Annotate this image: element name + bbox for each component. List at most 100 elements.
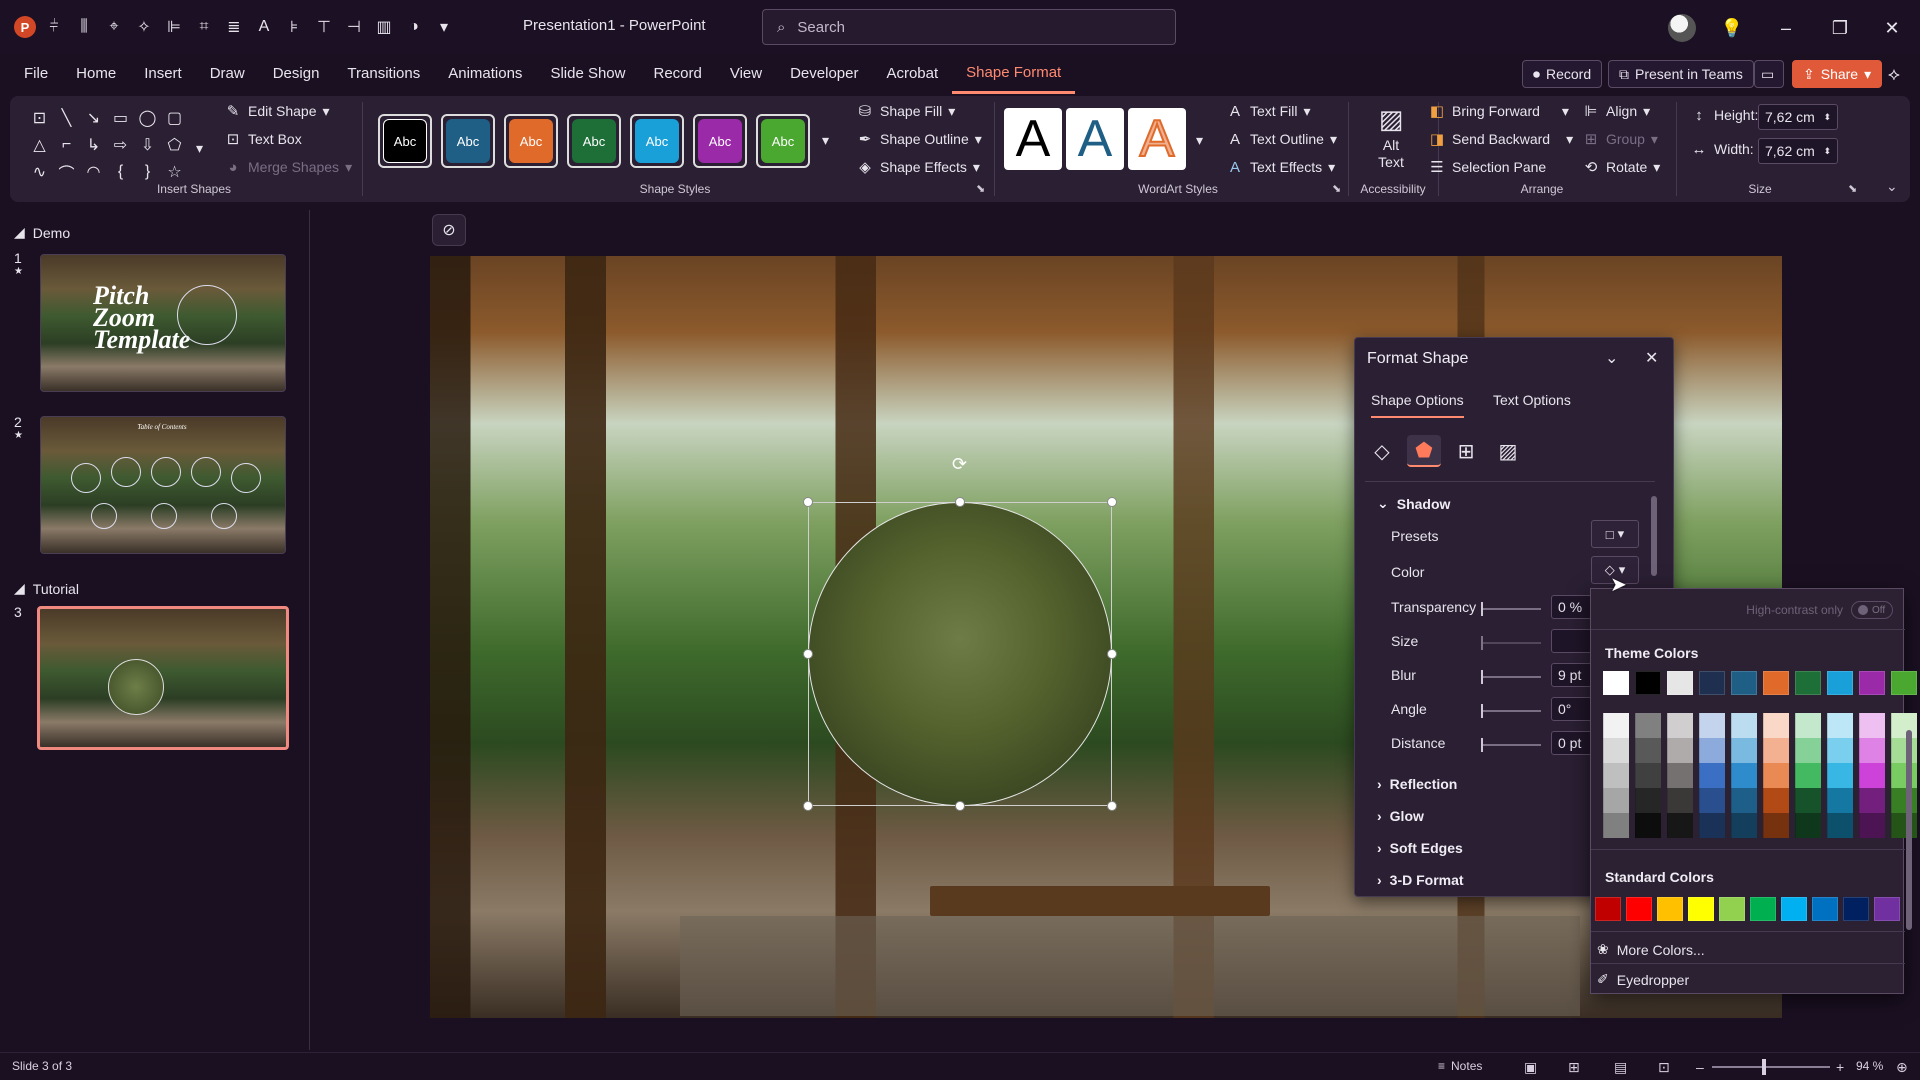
resize-handle-bottom-left[interactable] (803, 801, 813, 811)
tab-animations[interactable]: Animations (434, 54, 536, 94)
tint-color-swatch[interactable] (1763, 738, 1789, 763)
tint-color-swatch[interactable] (1859, 788, 1885, 813)
more-colors-item[interactable]: ❀ More Colors... (1597, 941, 1705, 958)
close-icon[interactable]: ✕ (1878, 14, 1906, 42)
text-outline-button[interactable]: A Text Outline ▾ (1226, 130, 1337, 148)
scrollbar-thumb[interactable] (1906, 730, 1912, 930)
standard-color-swatch[interactable] (1781, 897, 1807, 921)
comments-button[interactable]: ▭ (1754, 60, 1784, 88)
group-button[interactable]: ⊞ Group ▾ (1582, 130, 1658, 149)
tint-color-swatch[interactable] (1731, 813, 1757, 838)
text-box-shape-icon[interactable]: ⊡ (26, 104, 53, 131)
slideshow-view-icon[interactable]: ⊡ (1658, 1059, 1670, 1076)
align-shapes-icon[interactable]: ⫩ (42, 15, 66, 39)
tint-color-swatch[interactable] (1667, 763, 1693, 788)
tint-color-swatch[interactable] (1731, 713, 1757, 738)
lightbulb-icon[interactable]: 💡 (1718, 14, 1746, 42)
tint-color-swatch[interactable] (1635, 713, 1661, 738)
search-box[interactable]: ⌕ (762, 9, 1176, 45)
tint-color-swatch[interactable] (1859, 738, 1885, 763)
resize-handle-top-left[interactable] (803, 497, 813, 507)
blur-slider[interactable] (1481, 670, 1541, 684)
section-tutorial[interactable]: ◢ Tutorial (14, 580, 79, 597)
tint-color-swatch[interactable] (1603, 713, 1629, 738)
zoom-in-icon[interactable]: + (1836, 1059, 1844, 1075)
tint-color-swatch[interactable] (1827, 713, 1853, 738)
down-arrow-shape-icon[interactable]: ⇩ (134, 131, 161, 158)
rectangle-shape-icon[interactable]: ▭ (107, 104, 134, 131)
curve-shape-icon[interactable]: ⌒ (53, 158, 80, 185)
text-fill-button[interactable]: A Text Fill ▾ (1226, 102, 1311, 120)
send-backward-button[interactable]: ◨ Send Backward ▾ (1428, 130, 1573, 149)
align-left-icon[interactable]: ⊧ (282, 15, 306, 39)
theme-color-swatch[interactable] (1667, 671, 1693, 695)
tint-color-swatch[interactable] (1859, 713, 1885, 738)
tint-color-swatch[interactable] (1635, 763, 1661, 788)
reading-view-icon[interactable]: ▤ (1614, 1059, 1627, 1076)
section-demo[interactable]: ◢ Demo (14, 224, 70, 241)
edit-shape-button[interactable]: ✎ Edit Shape ▾ (224, 102, 330, 121)
tint-color-swatch[interactable] (1827, 788, 1853, 813)
tab-acrobat[interactable]: Acrobat (872, 54, 952, 94)
notes-button[interactable]: ≡ Notes (1438, 1059, 1482, 1073)
arrow-line-shape-icon[interactable]: ↘ (80, 104, 107, 131)
crosshair-icon[interactable]: ⌖ (102, 15, 126, 39)
rotate-button[interactable]: ⟲ Rotate ▾ (1582, 158, 1661, 177)
fit-slide-icon[interactable]: ⊕ (1896, 1059, 1908, 1076)
tab-file[interactable]: File (10, 54, 62, 94)
connector-shape-icon[interactable]: ⌐ (53, 131, 80, 158)
standard-color-swatch[interactable] (1657, 897, 1683, 921)
normal-view-icon[interactable]: ▣ (1524, 1059, 1537, 1076)
pane-options-chevron-icon[interactable]: ⌄ (1605, 348, 1618, 368)
tab-developer[interactable]: Developer (776, 54, 872, 94)
resize-handle-bottom-right[interactable] (1107, 801, 1117, 811)
tint-color-swatch[interactable] (1795, 813, 1821, 838)
tint-color-swatch[interactable] (1763, 788, 1789, 813)
copilot-icon[interactable]: ⟡ (1880, 60, 1908, 88)
zoom-slider-knob[interactable] (1762, 1059, 1766, 1075)
record-button[interactable]: ⏺ Record (1522, 60, 1603, 88)
selection-pane-button[interactable]: ☰ Selection Pane (1428, 158, 1546, 176)
tint-color-swatch[interactable] (1635, 788, 1661, 813)
dialog-launcher-icon[interactable]: ⬊ (976, 182, 985, 195)
theme-color-swatch[interactable] (1603, 671, 1629, 695)
theme-color-swatch[interactable] (1859, 671, 1885, 695)
picture-icon[interactable]: ▨ (1491, 435, 1525, 467)
tint-color-swatch[interactable] (1731, 738, 1757, 763)
freeform-shape-icon[interactable]: ∿ (26, 158, 53, 185)
zoom-out-icon[interactable]: – (1696, 1059, 1704, 1075)
standard-color-swatch[interactable] (1750, 897, 1776, 921)
tint-color-swatch[interactable] (1763, 813, 1789, 838)
text-lines-icon[interactable]: ≣ (222, 15, 246, 39)
slide-thumbnail-3[interactable] (37, 606, 289, 750)
arc-shape-icon[interactable]: ◠ (80, 158, 107, 185)
shape-style-swatch-7[interactable]: Abc (756, 114, 810, 168)
effects-pentagon-icon[interactable]: ⬟ (1407, 435, 1441, 467)
tab-record[interactable]: Record (639, 54, 715, 94)
tab-draw[interactable]: Draw (196, 54, 259, 94)
shape-fill-button[interactable]: ⛁ Shape Fill ▾ (856, 102, 956, 121)
tint-color-swatch[interactable] (1859, 813, 1885, 838)
align-right-icon[interactable]: ⊣ (342, 15, 366, 39)
star-shape-icon[interactable]: ☆ (161, 158, 188, 185)
tint-color-swatch[interactable] (1795, 788, 1821, 813)
eyedropper-item[interactable]: ✐ Eyedropper (1597, 971, 1689, 988)
distribute-icon[interactable]: ⫼ (72, 15, 96, 39)
shape-effects-button[interactable]: ◈ Shape Effects ▾ (856, 158, 980, 177)
wordart-style-2[interactable]: A (1066, 108, 1124, 170)
tint-color-swatch[interactable] (1603, 763, 1629, 788)
size-properties-icon[interactable]: ⊞ (1449, 435, 1483, 467)
width-input[interactable]: 7,62 cm ⬍ (1758, 138, 1838, 164)
rotate-handle-icon[interactable]: ⟳ (952, 454, 967, 475)
chart-icon[interactable]: ▥ (372, 15, 396, 39)
shape-styles-more-icon[interactable]: ▾ (822, 132, 829, 149)
right-arrow-shape-icon[interactable]: ⇨ (107, 131, 134, 158)
theme-color-swatch[interactable] (1731, 671, 1757, 695)
tint-color-swatch[interactable] (1667, 788, 1693, 813)
wordart-style-3[interactable]: A (1128, 108, 1186, 170)
right-brace-shape-icon[interactable]: } (134, 158, 161, 185)
dialog-launcher-icon[interactable]: ⬊ (1332, 182, 1341, 195)
present-in-teams-button[interactable]: ⧉ Present in Teams (1608, 60, 1754, 88)
resize-handle-bottom[interactable] (955, 801, 965, 811)
oval-shape-icon[interactable]: ◯ (134, 104, 161, 131)
